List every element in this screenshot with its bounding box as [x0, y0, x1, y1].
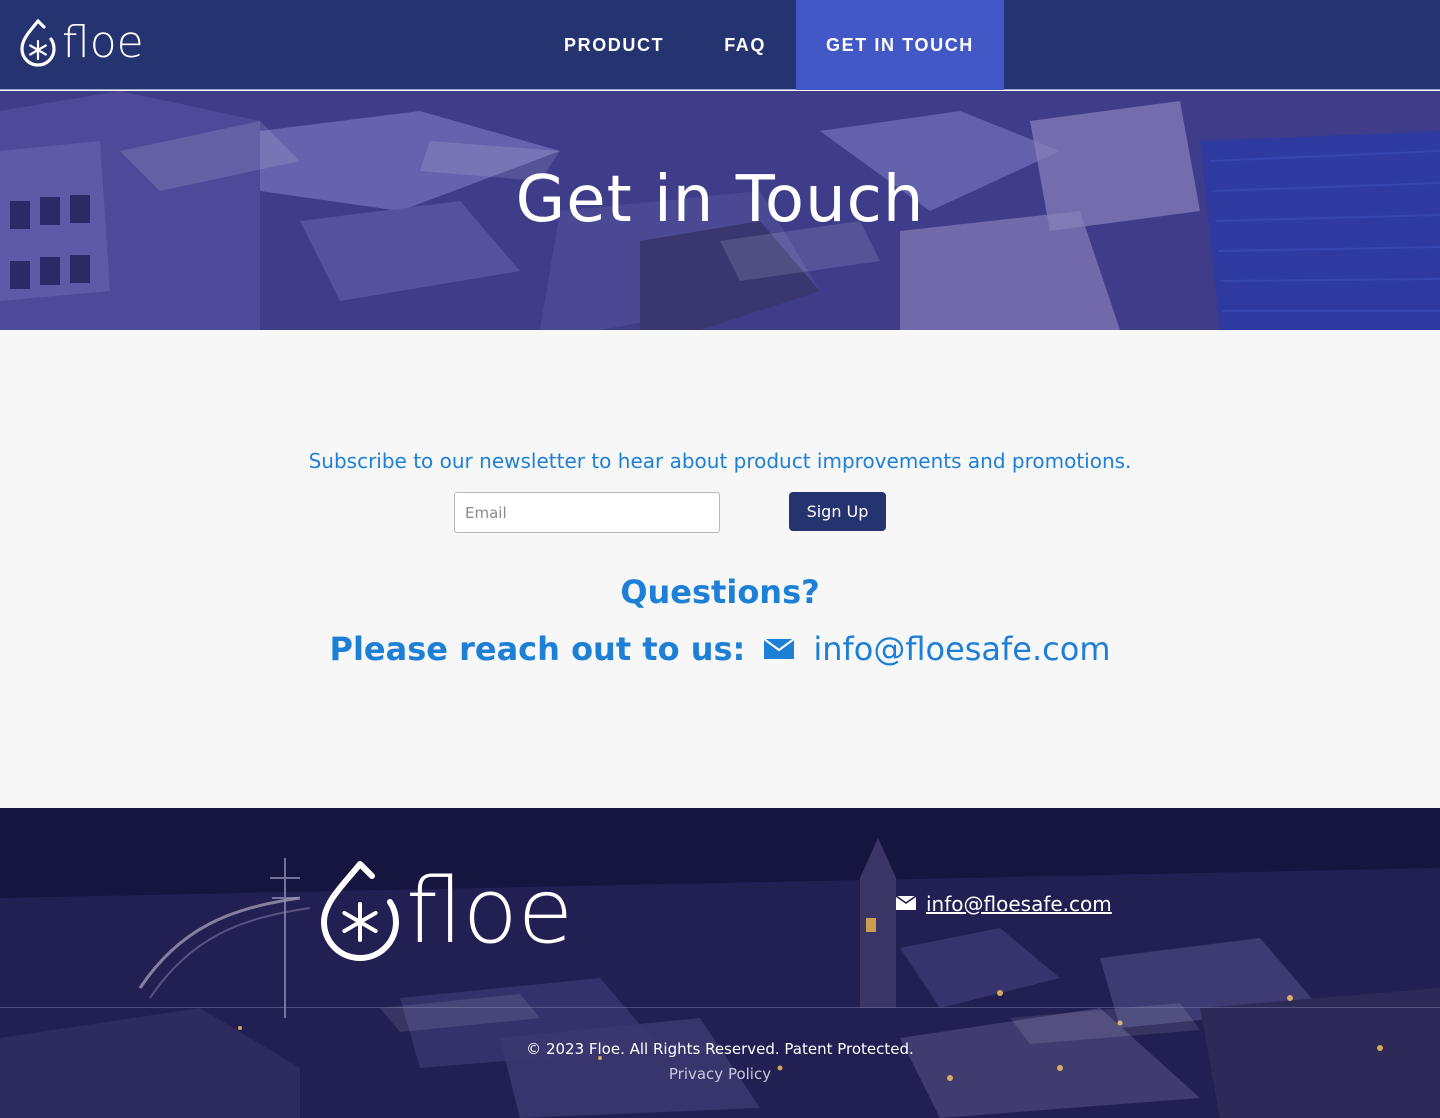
nav-links: PRODUCT FAQ GET IN TOUCH — [534, 0, 1004, 90]
nav-item-faq[interactable]: FAQ — [694, 0, 796, 90]
footer-email-link[interactable]: info@floesafe.com — [926, 892, 1112, 916]
nav-item-get-in-touch[interactable]: GET IN TOUCH — [796, 0, 1004, 90]
footer: floe info@floesafe.com © 2023 Floe. All … — [0, 808, 1440, 1118]
footer-brand-logo[interactable]: floe — [318, 858, 573, 966]
main-content: Subscribe to our newsletter to hear abou… — [0, 330, 1440, 808]
sign-up-button[interactable]: Sign Up — [789, 492, 886, 531]
drop-snowflake-icon — [318, 858, 402, 966]
copyright-text: © 2023 Floe. All Rights Reserved. Patent… — [526, 1040, 914, 1058]
footer-contact: info@floesafe.com — [895, 892, 1112, 916]
envelope-icon — [895, 894, 917, 914]
drop-snowflake-icon — [18, 17, 58, 69]
footer-brand-wordmark: floe — [406, 859, 574, 964]
contact-email-link[interactable]: info@floesafe.com — [813, 630, 1110, 668]
hero-banner: Get in Touch — [0, 91, 1440, 330]
page-title: Get in Touch — [515, 163, 925, 237]
envelope-icon — [763, 638, 795, 660]
nav-item-product[interactable]: PRODUCT — [534, 0, 694, 90]
top-nav: floe PRODUCT FAQ GET IN TOUCH — [0, 0, 1440, 90]
brand-logo[interactable]: floe — [18, 16, 144, 70]
newsletter-description: Subscribe to our newsletter to hear abou… — [308, 449, 1132, 473]
privacy-policy-link[interactable]: Privacy Policy — [0, 1065, 1440, 1083]
email-field[interactable] — [454, 492, 720, 533]
footer-divider — [0, 1007, 1440, 1008]
reach-out-text: Please reach out to us: — [329, 630, 746, 668]
contact-line: Please reach out to us: info@floesafe.co… — [0, 630, 1440, 668]
questions-heading: Questions? — [620, 573, 820, 611]
brand-wordmark: floe — [62, 17, 144, 68]
